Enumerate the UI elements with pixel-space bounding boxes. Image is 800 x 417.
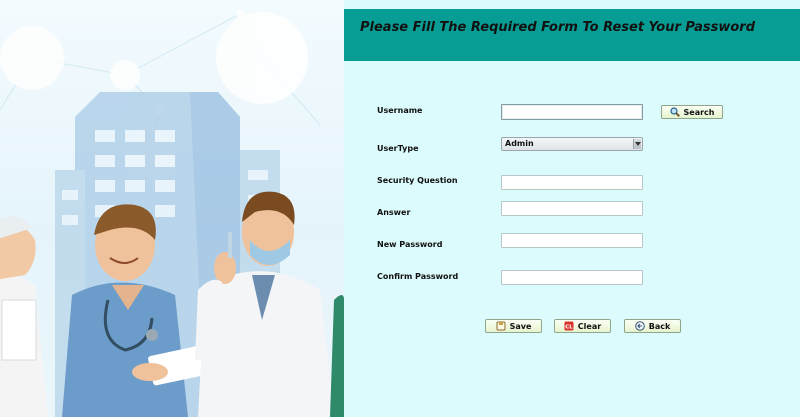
answer-input[interactable] [501,201,643,216]
new-password-input[interactable] [501,233,643,248]
back-button-label: Back [648,321,671,331]
clear-button[interactable]: CL Clear [554,319,611,333]
save-icon [496,321,506,331]
save-button[interactable]: Save [485,319,542,333]
usertype-select[interactable]: Admin [501,137,643,151]
back-button[interactable]: Back [624,319,681,333]
security-question-label: Security Question [377,176,458,185]
form-title: Please Fill The Required Form To Reset Y… [360,20,756,35]
username-label: Username [377,106,423,115]
chevron-down-icon[interactable] [633,139,641,149]
clear-button-label: Clear [577,321,602,331]
reset-password-form: Please Fill The Required Form To Reset Y… [344,0,800,417]
security-question-input[interactable] [501,175,643,190]
usertype-label: UserType [377,144,419,153]
usertype-selected-value: Admin [505,139,534,148]
search-icon [669,107,680,117]
medical-staff-illustration [0,0,344,417]
svg-text:CL: CL [565,324,573,330]
form-header: Please Fill The Required Form To Reset Y… [344,9,800,61]
search-button[interactable]: Search [661,105,723,119]
illustration-art [0,10,344,417]
new-password-label: New Password [377,240,443,249]
save-button-label: Save [509,321,532,331]
search-button-label: Search [683,107,715,117]
username-input[interactable] [501,104,643,120]
back-icon [634,321,645,331]
answer-label: Answer [377,208,411,217]
confirm-password-label: Confirm Password [377,272,459,281]
clear-icon: CL [564,321,574,331]
confirm-password-input[interactable] [501,270,643,285]
